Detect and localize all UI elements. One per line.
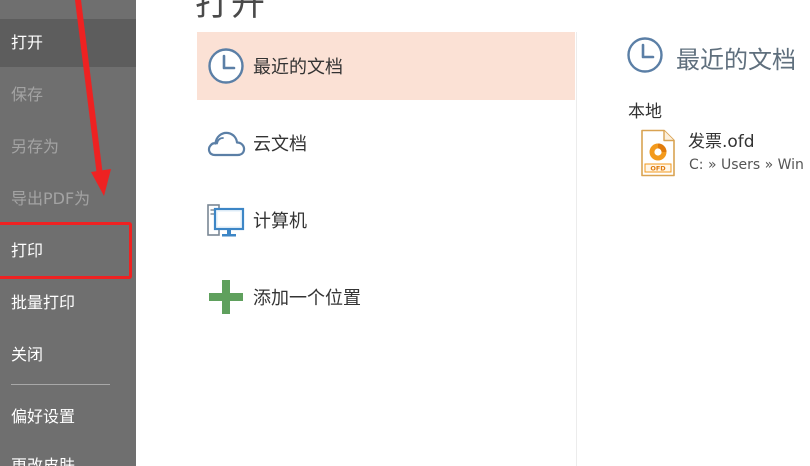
recent-documents-title: 最近的文档: [676, 45, 796, 74]
computer-icon: [206, 200, 246, 240]
sidebar-item-save-as[interactable]: 另存为: [0, 123, 136, 171]
recent-file-name: 发票.ofd: [688, 132, 755, 152]
page-title: 打开: [195, 0, 267, 24]
local-section-label: 本地: [628, 102, 662, 122]
sidebar-item-preferences[interactable]: 偏好设置: [0, 393, 136, 441]
backstage-sidebar: 打开 保存 另存为 导出PDF为 打印 批量打印 关闭 偏好设置 更改皮肤: [0, 0, 136, 466]
location-label: 计算机: [253, 211, 307, 232]
location-label: 添加一个位置: [253, 288, 361, 309]
recent-documents-header: 最近的文档: [626, 36, 796, 78]
sidebar-item-save[interactable]: 保存: [0, 71, 136, 119]
sidebar-divider: [11, 384, 110, 385]
location-cloud-documents[interactable]: 云文档: [197, 109, 575, 177]
location-recent-documents[interactable]: 最近的文档: [197, 32, 575, 100]
clock-icon: [206, 46, 246, 86]
sidebar-item-print[interactable]: 打印: [0, 227, 136, 275]
location-computer[interactable]: 计算机: [197, 186, 575, 254]
recent-file-item[interactable]: OFD 发票.ofd C: » Users » Win: [638, 126, 810, 178]
sidebar-item-change-skin[interactable]: 更改皮肤: [0, 446, 136, 466]
ofd-icon-text: OFD: [650, 165, 666, 173]
ofd-file-icon: OFD: [640, 129, 676, 181]
location-label: 云文档: [253, 134, 307, 155]
sidebar-item-close[interactable]: 关闭: [0, 331, 136, 379]
plus-icon: [206, 277, 246, 317]
sidebar-item-batch-print[interactable]: 批量打印: [0, 279, 136, 327]
recent-file-path: C: » Users » Win: [689, 157, 804, 173]
sidebar-item-open[interactable]: 打开: [0, 19, 136, 67]
cloud-icon: [206, 123, 246, 163]
panel-divider: [576, 32, 577, 466]
location-add-place[interactable]: 添加一个位置: [197, 263, 575, 331]
location-label: 最近的文档: [253, 57, 343, 78]
clock-icon: [626, 36, 664, 78]
sidebar-item-export-pdf[interactable]: 导出PDF为: [0, 175, 136, 223]
